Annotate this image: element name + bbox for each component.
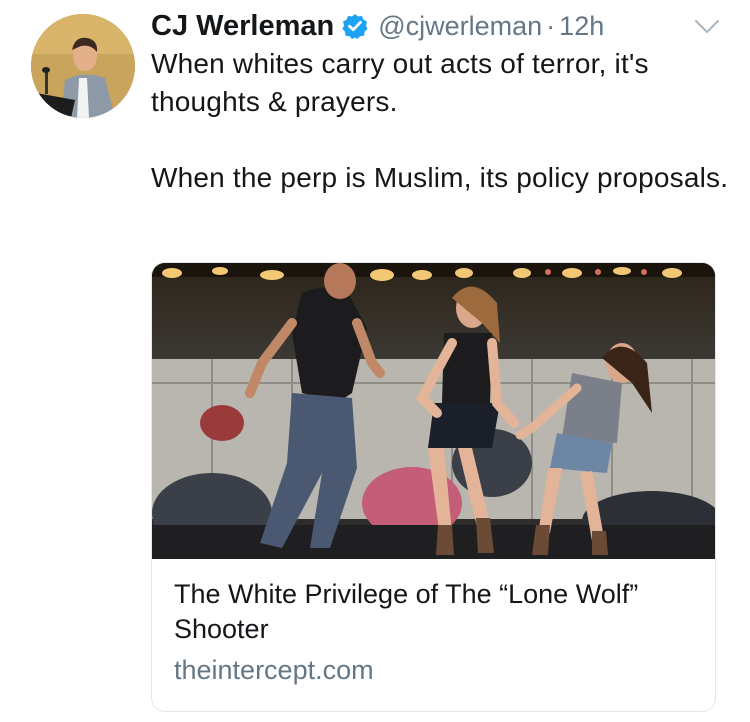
handle[interactable]: @cjwerleman xyxy=(378,11,542,42)
tweet-paragraph-1: When whites carry out acts of terror, it… xyxy=(151,48,649,117)
tweet-text: When whites carry out acts of terror, it… xyxy=(151,45,731,197)
display-name[interactable]: CJ Werleman xyxy=(151,10,334,43)
tweet-paragraph-2: When the perp is Muslim, its policy prop… xyxy=(151,162,729,193)
link-card[interactable]: The White Privilege of The “Lone Wolf” S… xyxy=(151,262,716,712)
tweet[interactable]: CJ Werleman @cjwerleman · 12h When white… xyxy=(0,0,750,722)
chevron-down-icon[interactable] xyxy=(694,18,720,36)
link-card-image[interactable] xyxy=(152,263,715,559)
tweet-header: CJ Werleman @cjwerleman · 12h xyxy=(151,6,604,46)
timestamp[interactable]: 12h xyxy=(559,11,604,42)
avatar[interactable] xyxy=(31,14,135,118)
link-card-title[interactable]: The White Privilege of The “Lone Wolf” S… xyxy=(174,577,694,647)
link-card-domain[interactable]: theintercept.com xyxy=(174,655,374,686)
separator-dot: · xyxy=(546,10,556,41)
concert-photo xyxy=(152,263,715,559)
avatar-photo xyxy=(31,14,135,118)
verified-badge-icon xyxy=(342,13,368,39)
